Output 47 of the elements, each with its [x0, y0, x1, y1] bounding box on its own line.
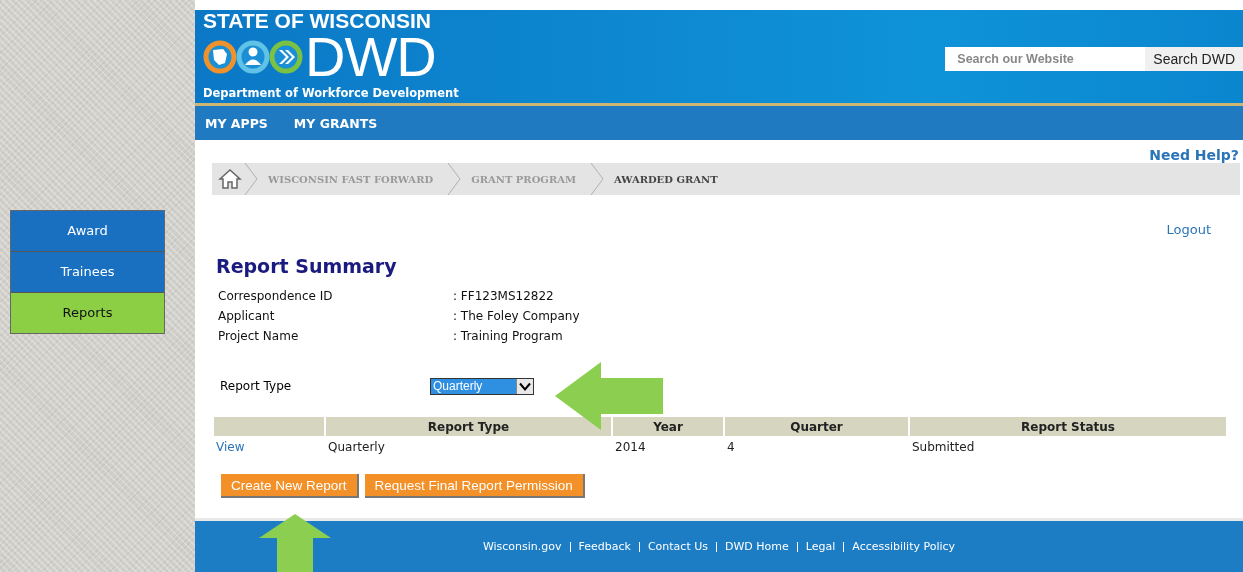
search-button[interactable]: Search DWD — [1145, 47, 1243, 71]
field-value: : The Foley Company — [453, 308, 581, 325]
column-header: Quarter — [725, 417, 908, 436]
column-header: Report Type — [326, 417, 611, 436]
breadcrumb-link[interactable]: AWARDED GRANT — [614, 173, 718, 185]
help-link[interactable]: Need Help? — [1149, 147, 1239, 163]
logo-text: DWD — [305, 32, 436, 82]
chevron-icon — [244, 163, 258, 195]
state-title: STATE OF WISCONSIN — [203, 10, 432, 32]
field-value: : FF123MS12822 — [453, 288, 555, 305]
field-value: : Training Program — [453, 328, 564, 345]
home-icon[interactable] — [218, 168, 242, 190]
nav-link[interactable]: MY APPS — [205, 115, 268, 131]
department-name: Department of Workforce Development — [203, 85, 459, 101]
table-cell-text: Quarterly — [327, 439, 386, 456]
chevron-icon — [447, 163, 462, 195]
field-label: Correspondence ID — [218, 288, 334, 305]
arrow-icon — [259, 514, 331, 572]
caret-icon — [516, 378, 533, 394]
page-title: Report Summary — [216, 254, 398, 278]
footer-link[interactable]: Legal — [805, 540, 836, 553]
footer-link[interactable]: Contact Us — [647, 540, 708, 553]
logout-link[interactable]: Logout — [1166, 222, 1211, 240]
action-button[interactable]: Create New Report — [221, 474, 359, 498]
footer-link[interactable]: Accessibility Policy — [852, 540, 956, 553]
sidebar-item[interactable]: Trainees — [11, 252, 164, 293]
table-cell-text: 2014 — [614, 439, 647, 456]
breadcrumb-link[interactable]: WISCONSIN FAST FORWARD — [268, 173, 434, 185]
footer-link[interactable]: Wisconsin.gov — [482, 540, 562, 553]
field-label: Applicant — [218, 308, 276, 325]
breadcrumb-link[interactable]: GRANT PROGRAM — [471, 173, 577, 185]
field-label: Report Type — [220, 379, 293, 393]
report-type-dropdown[interactable]: Quarterly — [430, 377, 534, 395]
field-label: Project Name — [218, 328, 300, 345]
nav-link[interactable]: MY GRANTS — [293, 115, 378, 131]
sidebar-item[interactable]: Award — [11, 211, 164, 252]
column-header: Year — [613, 417, 723, 436]
chevron-icon — [590, 163, 605, 195]
sidebar-item[interactable]: Reports — [11, 293, 164, 333]
search-field[interactable]: Search our Website — [945, 47, 1146, 71]
footer-link[interactable]: DWD Home — [725, 540, 789, 553]
column-header: Report Status — [910, 417, 1226, 436]
action-button[interactable]: Request Final Report Permission — [364, 474, 585, 498]
table-cell-text: 4 — [726, 439, 736, 456]
table-cell-text: Submitted — [911, 439, 976, 456]
footer-link[interactable]: Feedback — [578, 540, 631, 553]
view-link[interactable]: View — [216, 440, 245, 454]
